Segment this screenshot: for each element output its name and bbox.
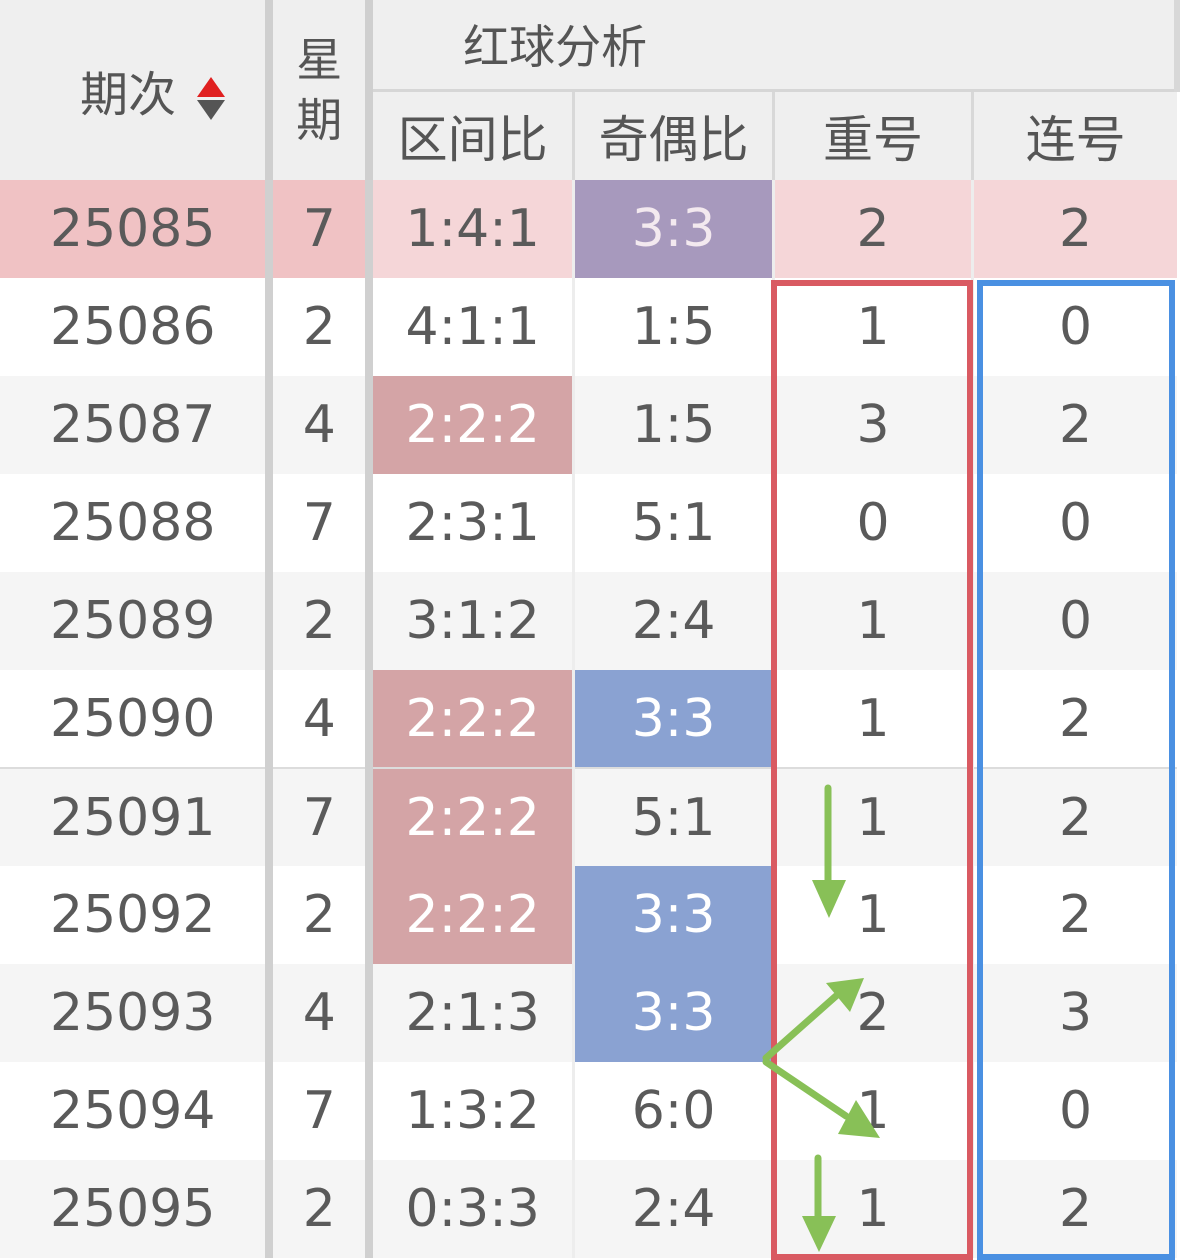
zone-ratio-cell: 2:2:2	[369, 670, 576, 768]
sort-descending-icon	[197, 99, 226, 120]
issue-cell: 25086	[0, 278, 274, 376]
issue-cell: 25089	[0, 572, 274, 670]
odd-even-ratio-cell: 2:4	[573, 1160, 775, 1258]
consecutive-number-cell: 2	[1059, 885, 1093, 945]
issue-header-label: 期次	[80, 67, 177, 123]
table-row[interactable]: 25085 7 1:4:1 3:3 2 2	[0, 180, 1177, 278]
week-cell: 2	[269, 572, 374, 670]
repeat-number-cell: 3	[773, 376, 975, 474]
odd-even-ratio-cell: 1:5	[573, 376, 775, 474]
consecutive-number-cell: 2	[972, 376, 1177, 474]
zone-ratio-cell: 2:2:2	[369, 866, 576, 964]
consecutive-number-cell: 2	[972, 767, 1177, 866]
week-cell: 7	[269, 767, 374, 866]
consecutive-number-cell: 3	[972, 964, 1177, 1062]
week-header-label: 星期	[296, 33, 343, 147]
week-cell: 2	[269, 278, 374, 376]
consecutive-number-cell: 0	[972, 572, 1177, 670]
zone-ratio-cell: 2:2:2	[369, 767, 576, 866]
repeat-number-cell: 2	[773, 964, 975, 1062]
week-cell: 4	[269, 376, 374, 474]
issue-cell: 25093	[0, 964, 274, 1062]
issue-cell: 25090	[0, 670, 274, 768]
odd-even-ratio-cell: 3:3	[573, 866, 775, 964]
repeat-number-cell: 1	[773, 670, 975, 768]
zone-ratio-cell: 2:3:1	[369, 474, 576, 572]
zone-ratio-cell: 1:4:1	[369, 180, 576, 278]
table-body: 25085 7 1:4:1 3:3 2 2 25086 2 4:1:1 1:5 1 0 25087 4 2:…	[0, 180, 1177, 1258]
table-row[interactable]: 25086 2 4:1:1 1:5 1 0	[0, 278, 1177, 376]
issue-cell: 25088	[0, 474, 274, 572]
week-cell: 7	[269, 474, 374, 572]
sort-ascending-icon	[197, 76, 226, 97]
repeat-number-header[interactable]: 重号	[773, 90, 975, 180]
repeat-number-cell: 1	[773, 572, 975, 670]
consecutive-number-cell: 2	[1059, 688, 1093, 749]
consecutive-number-cell: 2	[972, 1160, 1177, 1258]
zone-ratio-cell: 2:1:3	[369, 964, 576, 1062]
odd-even-ratio-cell: 3:3	[573, 180, 775, 278]
issue-cell: 25091	[0, 767, 274, 866]
repeat-number-cell: 2	[773, 180, 975, 278]
odd-even-ratio-cell: 5:1	[573, 767, 775, 866]
consecutive-number-header[interactable]: 连号	[972, 90, 1177, 180]
lottery-analysis-view: 期次 星期 红球分析 区间比 奇偶比 重号 连号 25085 7 1:4:1 3…	[0, 0, 1180, 1260]
odd-even-ratio-cell: 2:4	[573, 572, 775, 670]
issue-cell: 25092	[0, 866, 274, 964]
table-row[interactable]: 25093 4 2:1:3 3:3 2 3	[0, 964, 1177, 1062]
repeat-number-cell: 0	[773, 474, 975, 572]
issue-cell: 25094	[0, 1062, 274, 1160]
issue-column-header[interactable]: 期次	[0, 0, 274, 180]
repeat-number-cell: 1	[773, 767, 975, 866]
consecutive-number-cell: 2	[972, 180, 1177, 278]
red-analysis-header: 红球分析	[369, 0, 1180, 92]
repeat-number-cell: 1	[773, 278, 975, 376]
header-row-top: 期次 星期 红球分析	[0, 0, 1180, 180]
table-row[interactable]: 25091 7 2:2:2 5:1 1 2	[0, 767, 1177, 866]
issue-cell: 25087	[0, 376, 274, 474]
table-row[interactable]: 25090 4 2:2:2 3:3 1 2	[0, 670, 1177, 768]
week-cell: 2	[269, 1160, 374, 1258]
odd-even-ratio-cell: 5:1	[573, 474, 775, 572]
red-ball-analysis-table: 期次 星期 红球分析 区间比 奇偶比 重号 连号 25085 7 1:4:1 3…	[0, 0, 1180, 1258]
table-row[interactable]: 25087 4 2:2:2 1:5 3 2	[0, 376, 1177, 474]
table-row[interactable]: 25088 7 2:3:1 5:1 0 0	[0, 474, 1177, 572]
zone-ratio-cell: 0:3:3	[369, 1160, 576, 1258]
odd-even-ratio-cell: 3:3	[573, 964, 775, 1062]
repeat-number-cell: 1	[773, 1160, 975, 1258]
week-cell: 4	[269, 670, 374, 768]
week-cell: 2	[269, 866, 374, 964]
week-cell: 4	[269, 964, 374, 1062]
issue-cell: 25095	[0, 1160, 274, 1258]
odd-even-ratio-cell: 1:5	[573, 278, 775, 376]
issue-cell: 25085	[0, 180, 274, 278]
zone-ratio-cell: 2:2:2	[369, 376, 576, 474]
zone-ratio-cell: 1:3:2	[369, 1062, 576, 1160]
odd-even-ratio-cell: 3:3	[573, 670, 775, 768]
week-cell: 7	[269, 180, 374, 278]
zone-ratio-cell: 3:1:2	[369, 572, 576, 670]
odd-even-ratio-header[interactable]: 奇偶比	[573, 90, 775, 180]
week-cell: 7	[269, 1062, 374, 1160]
consecutive-number-cell: 0	[1059, 297, 1093, 357]
table-row[interactable]: 25089 2 3:1:2 2:4 1 0	[0, 572, 1177, 670]
consecutive-number-cell: 0	[1059, 493, 1093, 553]
repeat-number-cell: 1	[773, 1062, 975, 1160]
red-analysis-label: 红球分析	[463, 20, 648, 75]
week-column-header: 星期	[269, 0, 374, 180]
table-row[interactable]: 25095 2 0:3:3 2:4 1 2	[0, 1160, 1177, 1258]
table-row[interactable]: 25092 2 2:2:2 3:3 1 2	[0, 866, 1177, 964]
odd-even-ratio-cell: 6:0	[573, 1062, 775, 1160]
table-row[interactable]: 25094 7 1:3:2 6:0 1 0	[0, 1062, 1177, 1160]
zone-ratio-header[interactable]: 区间比	[369, 90, 576, 180]
zone-ratio-cell: 4:1:1	[369, 278, 576, 376]
repeat-number-cell: 1	[773, 866, 975, 964]
consecutive-number-cell: 0	[1059, 1081, 1093, 1141]
sort-up-down-icon[interactable]	[197, 76, 226, 120]
